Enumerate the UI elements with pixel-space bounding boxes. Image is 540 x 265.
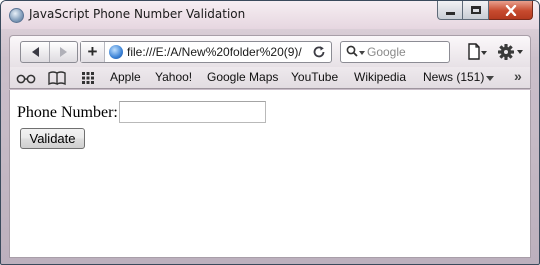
- minimize-button[interactable]: [437, 1, 463, 20]
- address-bar[interactable]: + file:///E:/A/New%20folder%20(9)/: [80, 41, 332, 63]
- new-tab-button[interactable]: +: [81, 42, 105, 62]
- chevron-down-icon[interactable]: [486, 76, 494, 81]
- back-forward-group: [20, 41, 78, 63]
- bookmark-apple[interactable]: Apple: [110, 70, 141, 84]
- title-bar: JavaScript Phone Number Validation: [1, 1, 539, 29]
- forward-button[interactable]: [49, 42, 77, 62]
- back-icon: [31, 47, 39, 57]
- bookmark-news[interactable]: News (151): [423, 70, 484, 84]
- app-icon: [9, 8, 24, 23]
- window-controls: [437, 1, 533, 21]
- gear-icon: [498, 44, 523, 60]
- plus-icon: +: [87, 42, 98, 61]
- bookmarks-bar: Apple Yahoo! Google Maps YouTube Wikiped…: [9, 67, 531, 89]
- window-title: JavaScript Phone Number Validation: [29, 7, 246, 21]
- tools-menu-button[interactable]: [496, 41, 524, 63]
- bookmark-wikipedia[interactable]: Wikipedia: [354, 70, 406, 84]
- search-box[interactable]: Google: [340, 41, 450, 63]
- chevron-right-double-icon[interactable]: »: [514, 68, 522, 84]
- browser-window: JavaScript Phone Number Validation + fil…: [0, 0, 540, 265]
- validate-button[interactable]: Validate: [20, 128, 85, 149]
- forward-icon: [60, 47, 67, 57]
- page-menu-button[interactable]: [466, 42, 488, 62]
- search-engine-dropdown-icon[interactable]: [359, 51, 365, 55]
- bookmark-yahoo[interactable]: Yahoo!: [155, 70, 192, 84]
- reading-glasses-icon[interactable]: [16, 70, 36, 86]
- search-placeholder: Google: [367, 45, 406, 59]
- phone-number-label: Phone Number:: [17, 104, 118, 121]
- navigation-toolbar: + file:///E:/A/New%20folder%20(9)/ Googl…: [9, 35, 531, 67]
- url-text[interactable]: file:///E:/A/New%20folder%20(9)/: [127, 45, 307, 59]
- bookmark-youtube[interactable]: YouTube: [291, 70, 338, 84]
- back-button[interactable]: [21, 42, 49, 62]
- close-button[interactable]: [489, 1, 533, 20]
- search-icon[interactable]: [346, 45, 358, 57]
- page-menu-icon: [468, 43, 487, 60]
- page-content: Phone Number: Validate: [9, 90, 531, 258]
- globe-icon: [109, 45, 123, 59]
- phone-number-input[interactable]: [119, 101, 266, 123]
- grid-icon[interactable]: [80, 70, 96, 86]
- maximize-button[interactable]: [463, 1, 489, 20]
- book-icon[interactable]: [48, 70, 66, 86]
- reload-icon[interactable]: [311, 43, 327, 61]
- bookmark-google-maps[interactable]: Google Maps: [207, 70, 278, 84]
- minimize-icon: [445, 11, 455, 15]
- close-icon: [505, 4, 516, 16]
- maximize-icon: [470, 6, 481, 14]
